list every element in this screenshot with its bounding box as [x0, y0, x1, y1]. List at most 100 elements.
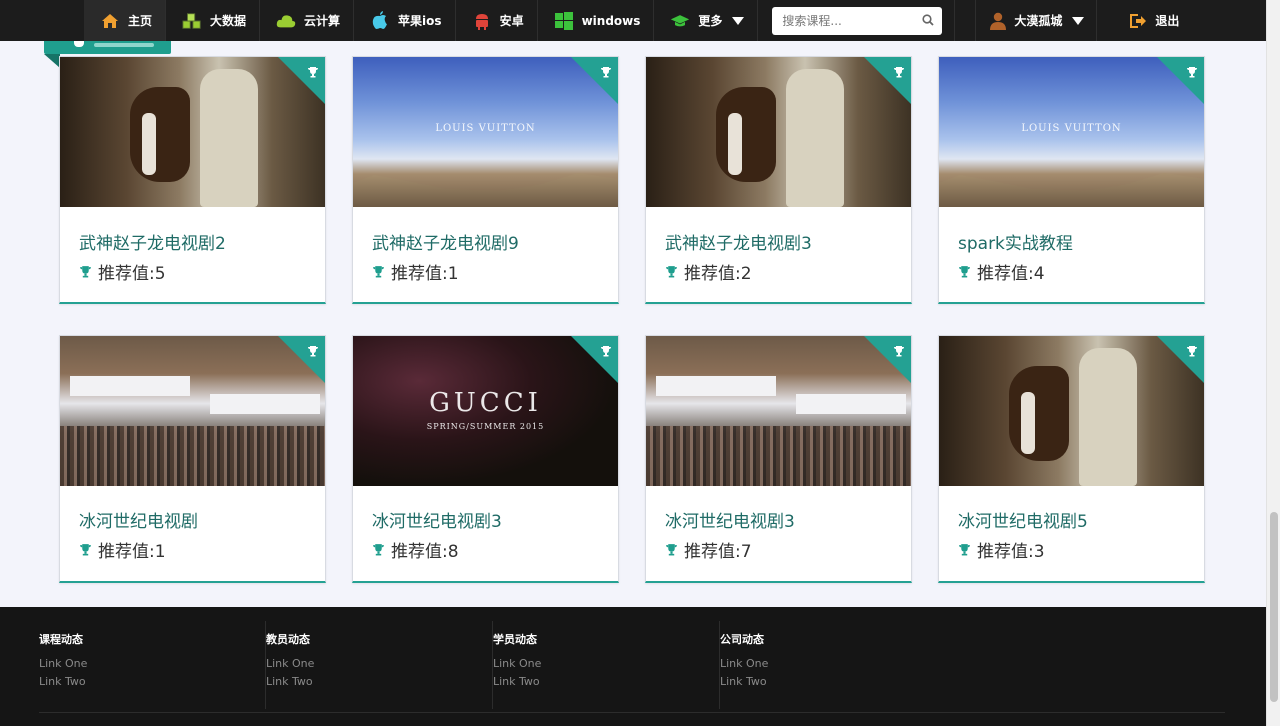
score-label: 推荐值:7 — [684, 542, 752, 562]
course-card[interactable]: 冰河世纪电视剧5 推荐值:3 — [938, 335, 1205, 583]
android-icon — [472, 11, 492, 31]
nav-item-android[interactable]: 安卓 — [456, 0, 538, 41]
nav-item-label: 苹果ios — [398, 14, 442, 28]
thumb-shape — [353, 173, 618, 207]
thumb-shape — [130, 87, 190, 182]
cloud-icon — [276, 11, 296, 31]
thumb-shape — [1021, 392, 1035, 454]
search-icon[interactable] — [922, 11, 935, 30]
course-score: 推荐值:1 — [79, 537, 166, 562]
course-score: 推荐值:3 — [958, 537, 1045, 562]
sign-out-icon — [1129, 13, 1147, 29]
footer-link[interactable]: Link Two — [720, 675, 767, 688]
user-menu[interactable]: 大漠孤城 — [975, 0, 1098, 41]
trophy-icon — [372, 265, 385, 278]
footer-divider — [39, 712, 1225, 713]
footer-heading: 学员动态 — [493, 633, 537, 646]
nav-item-home[interactable]: 主页 — [84, 0, 167, 41]
trophy-icon — [1186, 63, 1198, 82]
score-label: 推荐值:1 — [98, 542, 166, 562]
graduation-cap-icon — [670, 11, 690, 31]
score-label: 推荐值:4 — [977, 264, 1045, 284]
course-score: 推荐值:1 — [372, 259, 459, 284]
thumb-shape — [939, 173, 1204, 207]
footer-link[interactable]: Link One — [266, 657, 314, 670]
course-title[interactable]: 武神赵子龙电视剧2 — [79, 229, 226, 254]
thumb-brand-text: LOUIS VUITTON — [435, 123, 536, 134]
course-score: 推荐值:2 — [665, 259, 752, 284]
course-title[interactable]: 冰河世纪电视剧 — [79, 507, 198, 532]
trophy-icon — [372, 543, 385, 556]
windows-icon — [554, 11, 574, 31]
footer-column: 学员动态 Link One Link Two — [493, 621, 720, 709]
thumb-shape — [786, 69, 844, 207]
user-name: 大漠孤城 — [1014, 14, 1063, 28]
scrollbar-thumb[interactable] — [1270, 512, 1278, 702]
trophy-icon — [958, 543, 971, 556]
course-card[interactable]: 冰河世纪电视剧 推荐值:1 — [59, 335, 326, 583]
course-title[interactable]: 冰河世纪电视剧3 — [372, 507, 502, 532]
footer-link[interactable]: Link One — [39, 657, 87, 670]
search-box — [772, 6, 943, 35]
footer-link[interactable]: Link Two — [39, 675, 86, 688]
footer-column: 公司动态 Link One Link Two — [720, 621, 947, 709]
thumb-brand-text: GUCCI — [429, 388, 542, 418]
footer-link[interactable]: Link Two — [493, 675, 540, 688]
thumb-brand-text: LOUIS VUITTON — [1021, 123, 1122, 134]
course-title[interactable]: 武神赵子龙电视剧3 — [665, 229, 812, 254]
nav-item-label: 安卓 — [499, 14, 524, 28]
course-title[interactable]: 冰河世纪电视剧5 — [958, 507, 1088, 532]
section-ribbon — [44, 41, 171, 54]
score-label: 推荐值:3 — [977, 542, 1045, 562]
footer-link[interactable]: Link Two — [266, 675, 313, 688]
footer-link[interactable]: Link One — [720, 657, 768, 670]
course-thumbnail: LOUIS VUITTON — [353, 57, 618, 207]
nav-item-ios[interactable]: 苹果ios — [354, 0, 456, 41]
course-title[interactable]: 冰河世纪电视剧3 — [665, 507, 795, 532]
user-icon — [990, 12, 1007, 30]
score-label: 推荐值:8 — [391, 542, 459, 562]
course-card[interactable]: 冰河世纪电视剧3 推荐值:7 — [645, 335, 912, 583]
nav-item-cloud[interactable]: 云计算 — [260, 0, 355, 41]
score-label: 推荐值:1 — [391, 264, 459, 284]
footer-heading: 教员动态 — [266, 633, 310, 646]
footer-heading: 课程动态 — [39, 633, 83, 646]
trophy-icon — [1186, 342, 1198, 361]
navbar-divider — [954, 0, 956, 41]
thumb-shape — [796, 394, 906, 414]
trophy-icon — [665, 265, 678, 278]
score-label: 推荐值:5 — [98, 264, 166, 284]
course-card[interactable]: 武神赵子龙电视剧2 推荐值:5 — [59, 56, 326, 304]
trophy-icon — [958, 265, 971, 278]
nav-item-bigdata[interactable]: 大数据 — [166, 0, 261, 41]
course-card[interactable]: LOUIS VUITTON spark实战教程 推荐值:4 — [938, 56, 1205, 304]
trophy-icon — [893, 342, 905, 361]
nav-item-more[interactable]: 更多 — [654, 0, 759, 41]
course-thumbnail: GUCCI SPRING/SUMMER 2015 — [353, 336, 618, 486]
thumb-shape — [728, 113, 742, 175]
course-title[interactable]: 武神赵子龙电视剧9 — [372, 229, 519, 254]
course-thumbnail — [939, 336, 1204, 486]
thumb-shape — [1079, 348, 1137, 486]
course-thumbnail: LOUIS VUITTON — [939, 57, 1204, 207]
course-card[interactable]: 武神赵子龙电视剧3 推荐值:2 — [645, 56, 912, 304]
trophy-icon — [307, 63, 319, 82]
course-card[interactable]: GUCCI SPRING/SUMMER 2015 冰河世纪电视剧3 推荐值:8 — [352, 335, 619, 583]
footer-link[interactable]: Link One — [493, 657, 541, 670]
nav-item-windows[interactable]: windows — [538, 0, 655, 41]
search-input[interactable] — [782, 13, 913, 28]
thumb-shape — [646, 426, 911, 486]
course-score: 推荐值:4 — [958, 259, 1045, 284]
thumb-shape — [200, 69, 258, 207]
trophy-icon — [74, 41, 84, 47]
nav-item-label: 更多 — [698, 14, 723, 28]
nav-item-label: 大数据 — [210, 14, 247, 28]
logout-button[interactable]: 退出 — [1129, 12, 1179, 29]
nav-item-label: 主页 — [128, 14, 153, 28]
ribbon-fold — [44, 54, 60, 68]
page-scrollbar[interactable] — [1266, 0, 1280, 726]
course-thumbnail — [60, 57, 325, 207]
course-card[interactable]: LOUIS VUITTON 武神赵子龙电视剧9 推荐值:1 — [352, 56, 619, 304]
trophy-icon — [307, 342, 319, 361]
course-title[interactable]: spark实战教程 — [958, 229, 1073, 254]
